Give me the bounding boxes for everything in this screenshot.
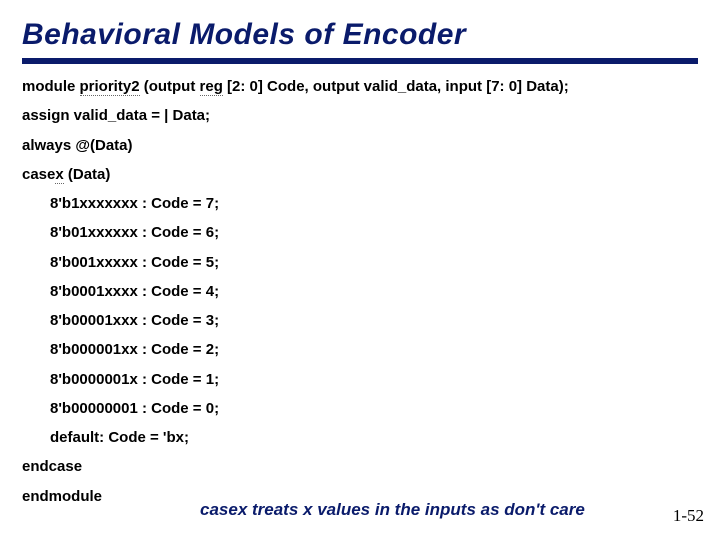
module-name: priority2 [80, 78, 140, 96]
module-declaration: module priority2 (output reg [2: 0] Code… [22, 78, 698, 95]
slide: Behavioral Models of Encoder module prio… [0, 0, 720, 540]
slide-title: Behavioral Models of Encoder [22, 18, 698, 52]
endcase-line: endcase [22, 458, 698, 475]
case-4: 8'b0001xxxx : Code = 4; [22, 283, 698, 300]
case-2: 8'b000001xx : Code = 2; [22, 341, 698, 358]
assign-line: assign valid_data = | Data; [22, 107, 698, 124]
decl-mid1: (output [140, 78, 200, 95]
kw-casex-x: x [55, 166, 63, 184]
case-default: default: Code = 'bx; [22, 429, 698, 446]
title-rule [22, 58, 698, 64]
page-number: 1-52 [673, 506, 704, 526]
decl-suffix: [2: 0] Code, output valid_data, input [7… [223, 78, 569, 95]
case-5: 8'b001xxxxx : Code = 5; [22, 254, 698, 271]
case-6: 8'b01xxxxxx : Code = 6; [22, 224, 698, 241]
kw-reg: reg [200, 78, 223, 96]
kw-module: module [22, 78, 80, 95]
casex-head: casex (Data) [22, 166, 698, 183]
case-3: 8'b00001xxx : Code = 3; [22, 312, 698, 329]
always-line: always @(Data) [22, 137, 698, 154]
case-0: 8'b00000001 : Code = 0; [22, 400, 698, 417]
kw-case: case [22, 166, 55, 183]
casex-args: (Data) [64, 166, 111, 183]
footnote: casex treats x values in the inputs as d… [200, 500, 585, 520]
case-7: 8'b1xxxxxxx : Code = 7; [22, 195, 698, 212]
case-1: 8'b0000001x : Code = 1; [22, 371, 698, 388]
